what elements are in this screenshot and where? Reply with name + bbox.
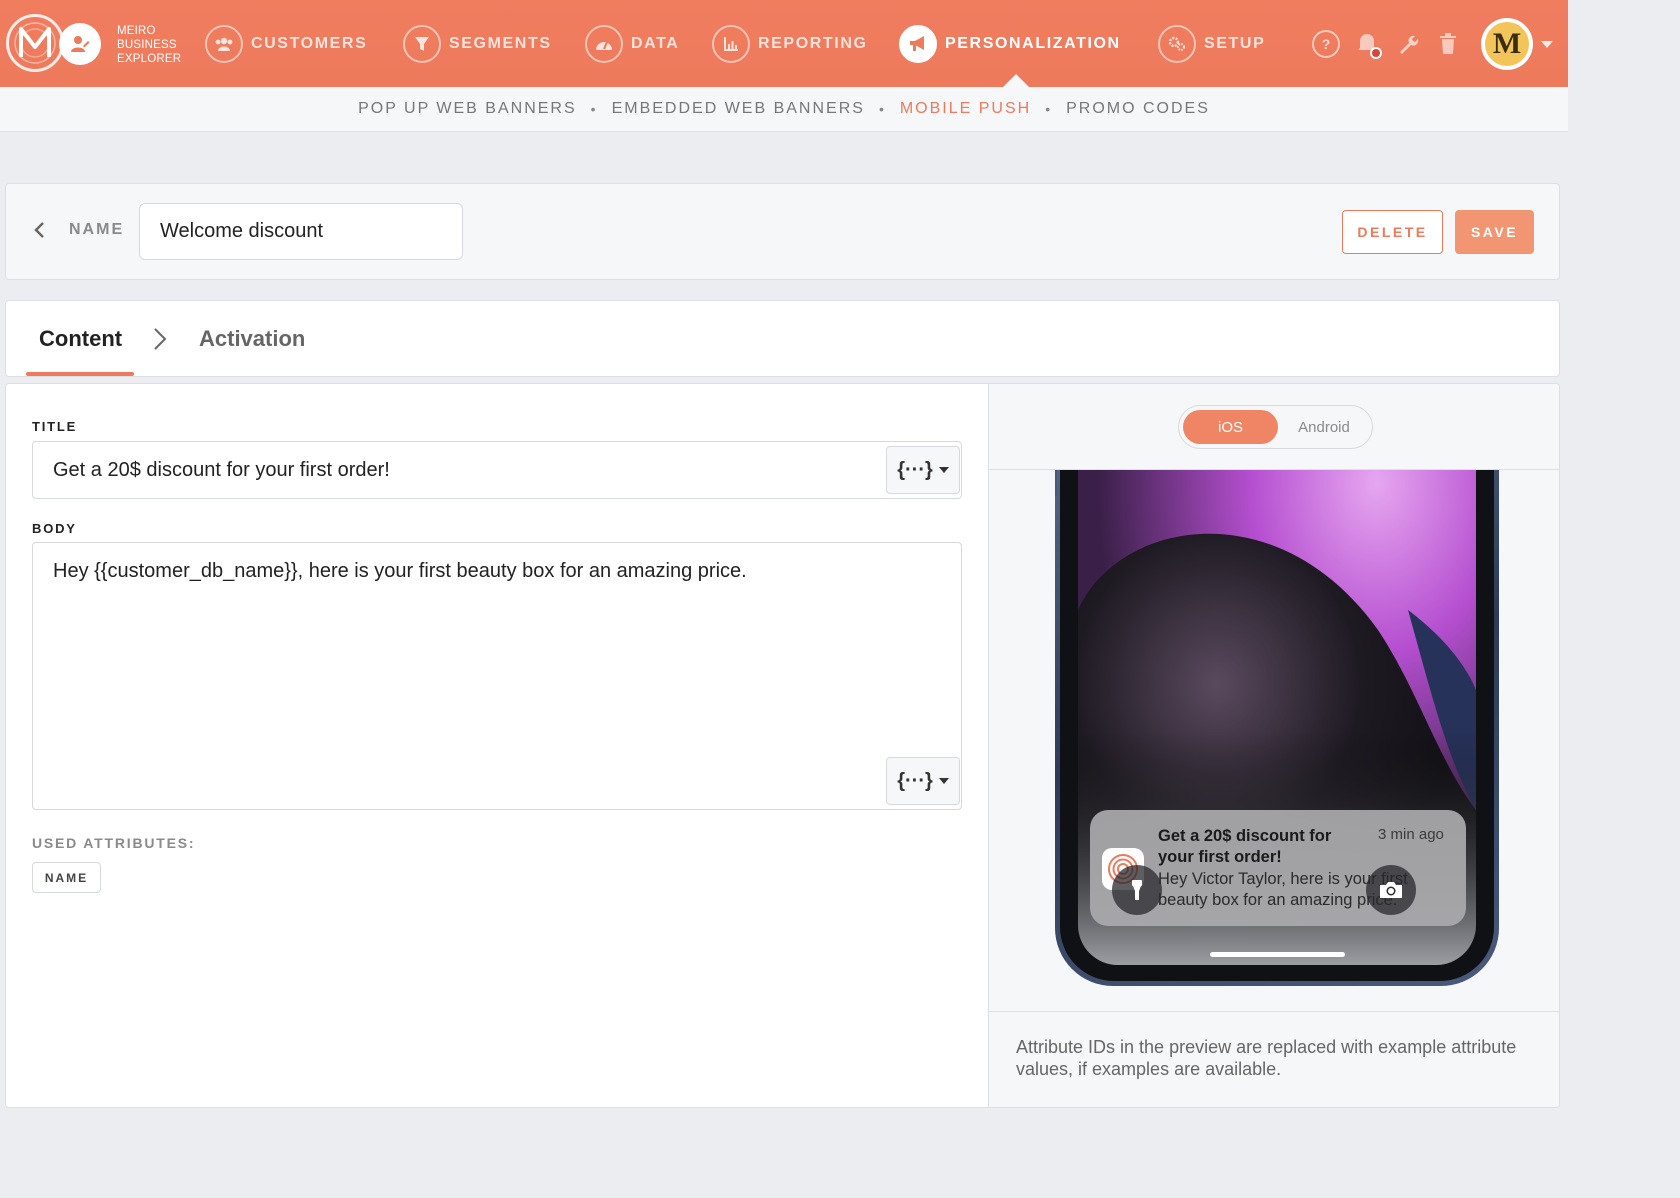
divider	[989, 1011, 1559, 1012]
delete-button[interactable]: DELETE	[1342, 210, 1443, 254]
active-nav-indicator	[1003, 74, 1029, 87]
name-input[interactable]: Welcome discount	[139, 203, 463, 260]
content-editor-card: TITLE Get a 20$ discount for your first …	[5, 383, 1560, 1108]
subnav-embedded-web-banners[interactable]: EMBEDDED WEB BANNERS	[612, 100, 865, 118]
nav-customers-label: CUSTOMERS	[251, 35, 368, 52]
user-avatar[interactable]: M	[1481, 18, 1533, 70]
trash-icon[interactable]	[1432, 28, 1464, 60]
funnel-icon	[403, 25, 441, 63]
title-input[interactable]: Get a 20$ discount for your first order!…	[32, 441, 962, 499]
notification-time: 3 min ago	[1378, 826, 1444, 843]
chevron-right-icon	[150, 326, 170, 352]
wrench-icon[interactable]	[1392, 28, 1424, 60]
bar-chart-icon	[712, 25, 750, 63]
phone-preview: Get a 20$ discount for your first order!…	[1055, 470, 1499, 986]
subnav-separator: •	[1045, 101, 1053, 117]
sub-navigation: POP UP WEB BANNERS • EMBEDDED WEB BANNER…	[0, 87, 1568, 132]
nav-personalization[interactable]: PERSONALIZATION	[899, 25, 1121, 63]
attribute-chip: NAME	[32, 862, 101, 893]
title-label: TITLE	[32, 419, 78, 434]
preview-note: Attribute IDs in the preview are replace…	[1016, 1037, 1517, 1079]
back-chevron-icon[interactable]	[30, 220, 50, 240]
save-button[interactable]: SAVE	[1455, 210, 1534, 254]
caret-down-icon	[938, 778, 949, 784]
users-icon	[205, 25, 243, 63]
os-toggle[interactable]: iOS Android	[1178, 405, 1373, 449]
name-header-card: NAME Welcome discount DELETE SAVE	[5, 183, 1560, 280]
notification-title: Get a 20$ discount for your first order!	[1158, 827, 1332, 866]
avatar-initial: M	[1485, 22, 1529, 66]
bell-icon[interactable]	[1352, 28, 1384, 60]
nav-data[interactable]: DATA	[585, 25, 679, 63]
nav-setup[interactable]: SETUP	[1158, 25, 1265, 63]
user-edit-badge-icon	[59, 23, 101, 65]
preview-pane: iOS Android Get a 20$ discount for your …	[988, 384, 1559, 1107]
tab-content[interactable]: Content	[39, 326, 122, 352]
title-value: Get a 20$ discount for your first order!	[53, 459, 390, 481]
camera-icon	[1366, 865, 1416, 915]
subnav-separator: •	[590, 101, 598, 117]
megaphone-icon	[899, 25, 937, 63]
name-label: NAME	[69, 221, 125, 238]
used-attributes-label: USED ATTRIBUTES:	[32, 835, 196, 851]
top-navigation-bar: MEIRO BUSINESS EXPLORER CUSTOMERS SEGMEN…	[0, 0, 1568, 87]
tab-activation[interactable]: Activation	[199, 326, 305, 352]
nav-reporting-label: REPORTING	[758, 35, 868, 52]
os-option-android[interactable]: Android	[1279, 410, 1369, 444]
meiro-logo[interactable]	[6, 14, 64, 72]
subnav-pop-up-web-banners[interactable]: POP UP WEB BANNERS	[358, 100, 577, 118]
caret-down-icon	[938, 467, 949, 473]
nav-data-label: DATA	[631, 35, 680, 52]
body-value: Hey {{customer_db_name}}, here is your f…	[53, 560, 747, 582]
insert-attribute-button[interactable]: {···}	[886, 757, 960, 805]
form-pane: TITLE Get a 20$ discount for your first …	[6, 384, 988, 1107]
insert-attribute-button[interactable]: {···}	[886, 446, 960, 494]
body-label: BODY	[32, 521, 77, 536]
nav-segments-label: SEGMENTS	[449, 35, 552, 52]
subnav-mobile-push[interactable]: MOBILE PUSH	[900, 100, 1031, 118]
subnav-separator: •	[878, 101, 886, 117]
svg-text:?: ?	[1322, 36, 1331, 52]
home-indicator	[1210, 952, 1345, 957]
curly-braces-icon: {···}	[897, 769, 933, 792]
nav-customers[interactable]: CUSTOMERS	[205, 25, 367, 63]
gears-icon	[1158, 25, 1196, 63]
body-textarea[interactable]: Hey {{customer_db_name}}, here is your f…	[32, 542, 962, 810]
phone-side-button	[1055, 470, 1057, 496]
nav-reporting[interactable]: REPORTING	[712, 25, 868, 63]
os-option-ios[interactable]: iOS	[1183, 410, 1278, 444]
help-icon[interactable]: ?	[1310, 28, 1342, 60]
nav-personalization-label: PERSONALIZATION	[945, 35, 1121, 52]
meiro-m-logo-icon	[14, 22, 56, 64]
nav-segments[interactable]: SEGMENTS	[403, 25, 552, 63]
step-tabs: Content Activation	[5, 300, 1560, 377]
flashlight-icon	[1112, 865, 1162, 915]
active-tab-underline	[26, 372, 134, 376]
brand-name: MEIRO BUSINESS EXPLORER	[117, 25, 182, 65]
curly-braces-icon: {···}	[897, 458, 933, 481]
subnav-promo-codes[interactable]: PROMO CODES	[1066, 100, 1210, 118]
nav-setup-label: SETUP	[1204, 35, 1266, 52]
gauge-icon	[585, 25, 623, 63]
chevron-down-icon[interactable]	[1541, 41, 1553, 48]
